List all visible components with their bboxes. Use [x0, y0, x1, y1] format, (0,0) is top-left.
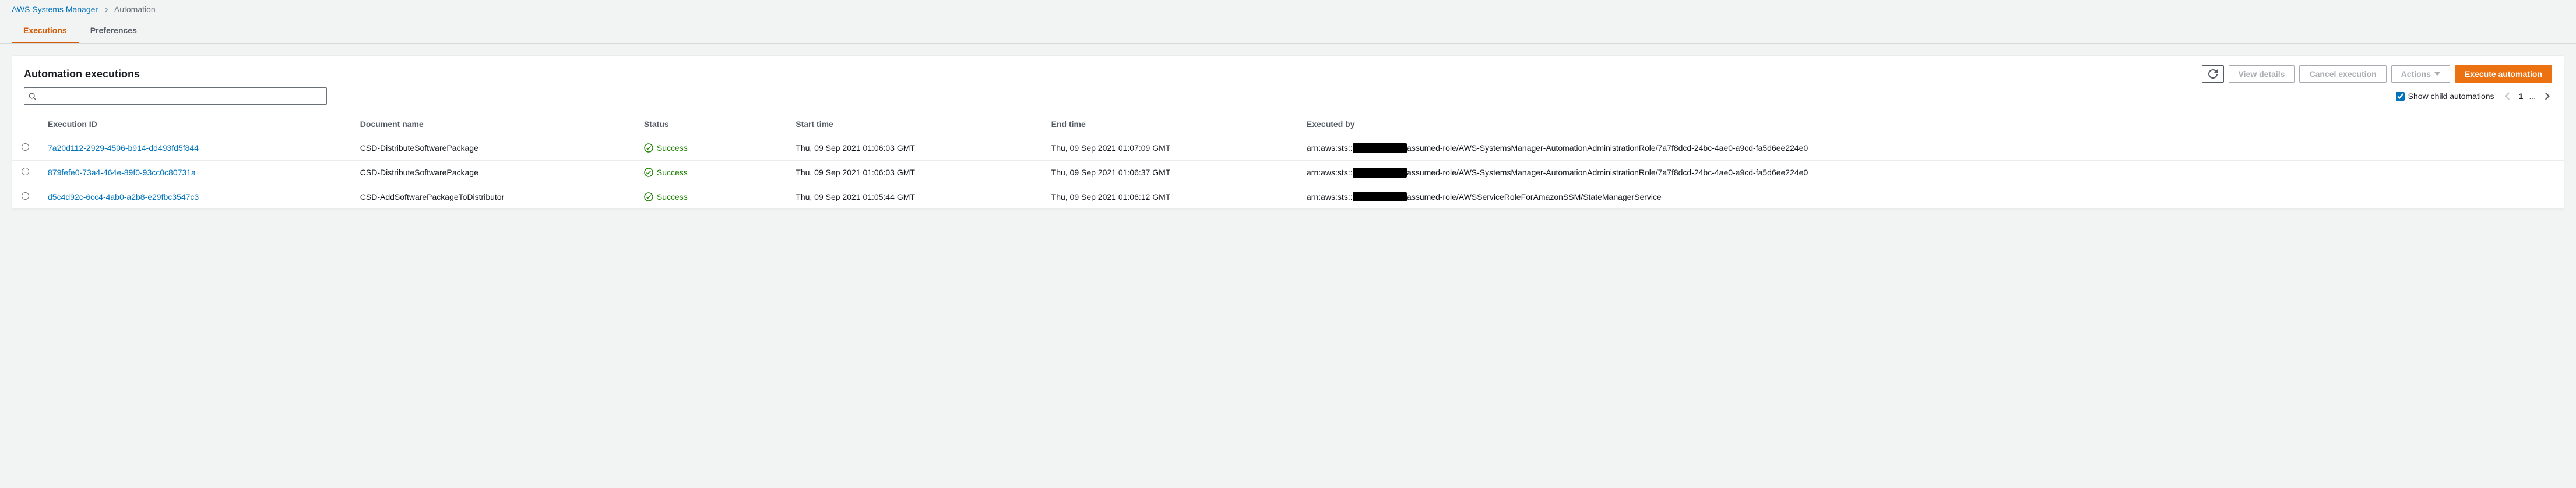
next-page-button[interactable]	[2542, 90, 2552, 102]
arn-suffix: assumed-role/AWS-SystemsManager-Automati…	[1407, 143, 1808, 153]
breadcrumb-separator	[104, 5, 111, 14]
status-cell: Success	[635, 160, 786, 185]
table-header-row: Execution ID Document name Status Start …	[12, 112, 2564, 136]
arn-suffix: assumed-role/AWS-SystemsManager-Automati…	[1407, 168, 1808, 177]
show-child-checkbox-wrap[interactable]: Show child automations	[2396, 91, 2494, 101]
tab-executions[interactable]: Executions	[12, 19, 79, 43]
chevron-right-icon	[2544, 92, 2550, 100]
table-row: 7a20d112-2929-4506-b914-dd493fd5f844 CSD-…	[12, 136, 2564, 161]
tab-bar: Executions Preferences	[0, 19, 2576, 44]
chevron-left-icon	[2505, 92, 2511, 100]
arn-redacted: 000000000000	[1353, 168, 1407, 178]
execution-id-cell: 879fefe0-73a4-464e-89f0-93cc0c80731a	[38, 160, 351, 185]
table-row: 879fefe0-73a4-464e-89f0-93cc0c80731a CSD-…	[12, 160, 2564, 185]
refresh-icon	[2208, 69, 2218, 79]
arn-suffix: assumed-role/AWSServiceRoleForAmazonSSM/…	[1407, 192, 1662, 201]
arn-prefix: arn:aws:sts::	[1307, 143, 1353, 153]
execution-id-link[interactable]: 7a20d112-2929-4506-b914-dd493fd5f844	[48, 143, 199, 153]
arn-prefix: arn:aws:sts::	[1307, 168, 1353, 177]
status-badge: Success	[644, 168, 777, 177]
tab-preferences[interactable]: Preferences	[79, 19, 149, 43]
arn-redacted: 000000000000	[1353, 192, 1407, 202]
end-time-cell: Thu, 09 Sep 2021 01:07:09 GMT	[1042, 136, 1297, 161]
execution-id-cell: d5c4d92c-6cc4-4ab0-a2b8-e29fbc3547c3	[38, 185, 351, 209]
status-cell: Success	[635, 136, 786, 161]
executions-table: Execution ID Document name Status Start …	[12, 112, 2564, 209]
prev-page-button[interactable]	[2503, 90, 2513, 102]
status-badge: Success	[644, 143, 777, 153]
col-execution-id: Execution ID	[38, 112, 351, 136]
status-text: Success	[657, 143, 688, 153]
executed-by-cell: arn:aws:sts::000000000000assumed-role/AW…	[1297, 136, 2564, 161]
page-current: 1	[2519, 91, 2524, 101]
breadcrumb: AWS Systems Manager Automation	[0, 0, 2576, 19]
row-select-radio[interactable]	[22, 168, 29, 175]
start-time-cell: Thu, 09 Sep 2021 01:06:03 GMT	[786, 160, 1041, 185]
right-controls: Show child automations 1 ...	[2396, 90, 2552, 102]
executed-by-cell: arn:aws:sts::000000000000assumed-role/AW…	[1297, 185, 2564, 209]
page-ellipsis: ...	[2529, 91, 2536, 101]
col-document-name: Document name	[351, 112, 635, 136]
arn-prefix: arn:aws:sts::	[1307, 192, 1353, 201]
executions-panel: Automation executions View details Cance…	[12, 55, 2564, 210]
chevron-right-icon	[104, 7, 108, 13]
start-time-cell: Thu, 09 Sep 2021 01:06:03 GMT	[786, 136, 1041, 161]
show-child-label: Show child automations	[2408, 91, 2494, 101]
document-name-cell: CSD-DistributeSoftwarePackage	[351, 136, 635, 161]
search-wrap	[24, 87, 327, 105]
search-input[interactable]	[24, 87, 327, 105]
end-time-cell: Thu, 09 Sep 2021 01:06:37 GMT	[1042, 160, 1297, 185]
panel-header: Automation executions View details Cance…	[12, 56, 2564, 87]
show-child-checkbox[interactable]	[2396, 92, 2405, 101]
actions-button[interactable]: Actions	[2391, 65, 2450, 83]
row-select-cell	[12, 185, 38, 209]
status-text: Success	[657, 168, 688, 177]
execute-automation-button[interactable]: Execute automation	[2455, 65, 2552, 83]
row-select-cell	[12, 160, 38, 185]
execution-id-cell: 7a20d112-2929-4506-b914-dd493fd5f844	[38, 136, 351, 161]
status-cell: Success	[635, 185, 786, 209]
col-select	[12, 112, 38, 136]
col-end-time: End time	[1042, 112, 1297, 136]
pagination: 1 ...	[2503, 90, 2552, 102]
actions-button-label: Actions	[2401, 69, 2431, 79]
arn-redacted: 000000000000	[1353, 143, 1407, 153]
col-executed-by: Executed by	[1297, 112, 2564, 136]
breadcrumb-current: Automation	[114, 5, 156, 14]
status-badge: Success	[644, 192, 777, 201]
end-time-cell: Thu, 09 Sep 2021 01:06:12 GMT	[1042, 185, 1297, 209]
document-name-cell: CSD-AddSoftwarePackageToDistributor	[351, 185, 635, 209]
start-time-cell: Thu, 09 Sep 2021 01:05:44 GMT	[786, 185, 1041, 209]
breadcrumb-parent-link[interactable]: AWS Systems Manager	[12, 5, 98, 14]
caret-down-icon	[2434, 72, 2440, 76]
search-icon	[29, 91, 37, 101]
col-status: Status	[635, 112, 786, 136]
table-row: d5c4d92c-6cc4-4ab0-a2b8-e29fbc3547c3 CSD-…	[12, 185, 2564, 209]
row-select-radio[interactable]	[22, 192, 29, 200]
panel-title: Automation executions	[24, 68, 140, 80]
col-start-time: Start time	[786, 112, 1041, 136]
panel-actions: View details Cancel execution Actions Ex…	[2202, 65, 2552, 83]
executed-by-cell: arn:aws:sts::000000000000assumed-role/AW…	[1297, 160, 2564, 185]
row-select-radio[interactable]	[22, 143, 29, 151]
view-details-button[interactable]: View details	[2229, 65, 2295, 83]
execution-id-link[interactable]: d5c4d92c-6cc4-4ab0-a2b8-e29fbc3547c3	[48, 192, 199, 201]
refresh-button[interactable]	[2202, 65, 2224, 83]
filter-row: Show child automations 1 ...	[12, 87, 2564, 112]
execution-id-link[interactable]: 879fefe0-73a4-464e-89f0-93cc0c80731a	[48, 168, 196, 177]
success-icon	[644, 143, 653, 153]
success-icon	[644, 192, 653, 201]
document-name-cell: CSD-DistributeSoftwarePackage	[351, 160, 635, 185]
status-text: Success	[657, 192, 688, 201]
row-select-cell	[12, 136, 38, 161]
cancel-execution-button[interactable]: Cancel execution	[2299, 65, 2386, 83]
success-icon	[644, 168, 653, 177]
